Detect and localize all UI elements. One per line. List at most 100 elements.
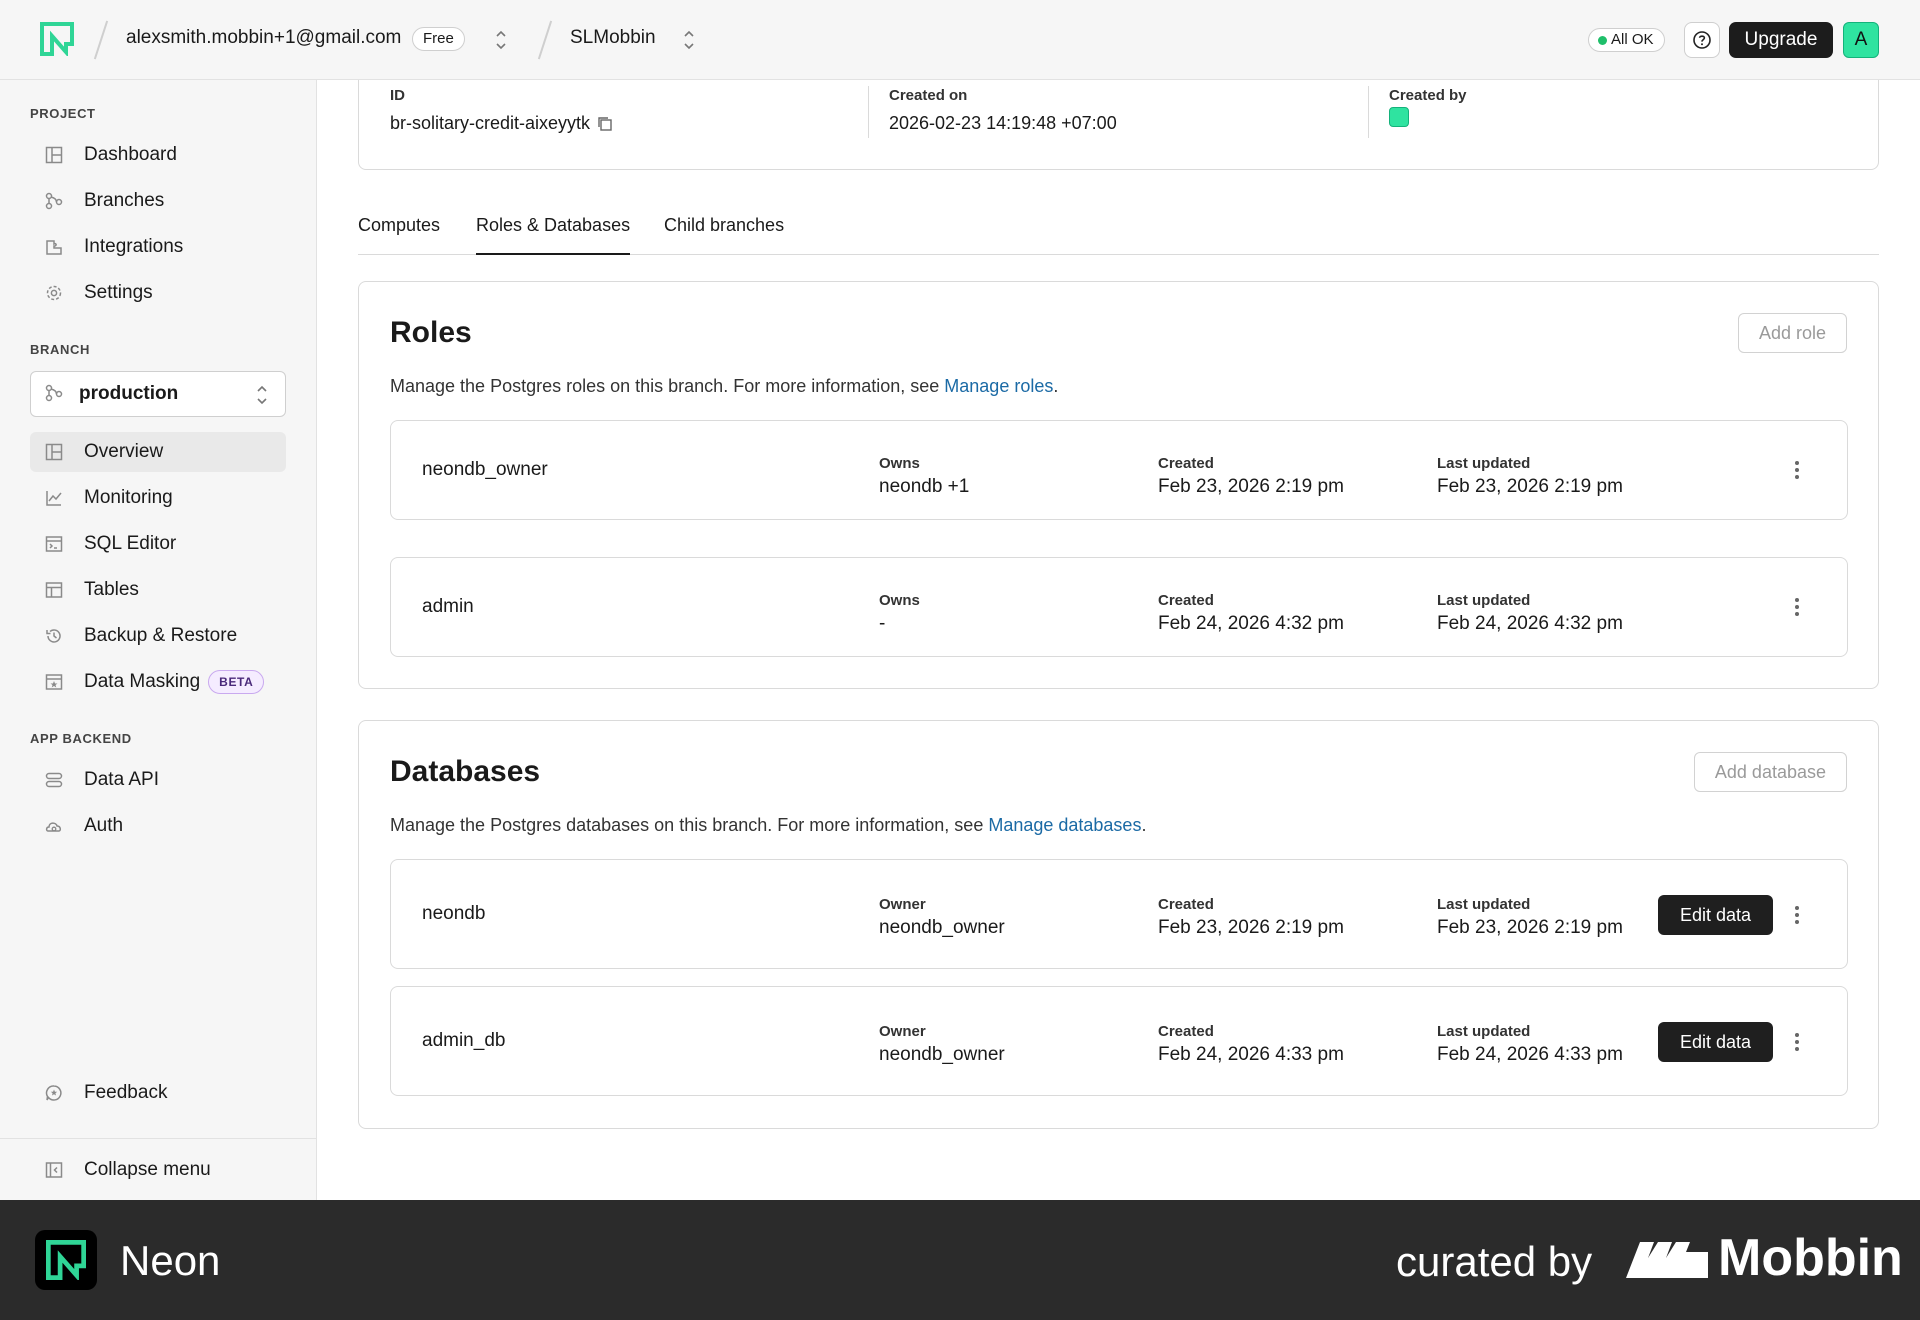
created-by-field: Created by: [1389, 87, 1467, 127]
created-by-label: Created by: [1389, 87, 1467, 104]
sidebar-item-label: Data Masking: [84, 671, 201, 692]
database-row: neondb Owner neondb_owner Created Feb 23…: [390, 859, 1848, 969]
dashboard-icon: [44, 145, 64, 165]
sidebar-item-monitoring[interactable]: Monitoring: [30, 478, 286, 518]
upgrade-button[interactable]: Upgrade: [1729, 22, 1833, 58]
monitoring-icon: [44, 488, 64, 508]
project-name[interactable]: SLMobbin: [570, 27, 656, 49]
sidebar-item-branches[interactable]: Branches: [30, 181, 286, 221]
sidebar-item-label: Overview: [84, 441, 164, 462]
neon-logo-icon: [35, 1230, 97, 1290]
tab-computes[interactable]: Computes: [358, 215, 440, 255]
created-value: Feb 23, 2026 2:19 pm: [1158, 917, 1344, 938]
sql-editor-icon: [44, 534, 64, 554]
sidebar-item-settings[interactable]: Settings: [30, 273, 286, 313]
created-value: Feb 24, 2026 4:33 pm: [1158, 1044, 1344, 1065]
role-name: admin: [422, 596, 474, 617]
database-name: neondb: [422, 903, 486, 924]
help-icon: [1693, 31, 1711, 49]
databases-title: Databases: [390, 755, 541, 788]
account-switcher-icon[interactable]: [494, 26, 508, 54]
data-masking-icon: [44, 672, 64, 692]
edit-data-button[interactable]: Edit data: [1658, 895, 1773, 935]
branches-icon: [44, 191, 64, 211]
help-button[interactable]: [1684, 22, 1720, 58]
collapse-menu-button[interactable]: Collapse menu: [30, 1150, 286, 1190]
database-updated: Last updated Feb 24, 2026 4:33 pm: [1437, 1023, 1623, 1066]
owns-label: Owns: [879, 455, 920, 472]
footer-brand: Neon: [120, 1237, 221, 1284]
breadcrumb-separator: [93, 20, 109, 60]
status-badge[interactable]: All OK: [1588, 28, 1665, 52]
account-email[interactable]: alexsmith.mobbin+1@gmail.com: [126, 27, 401, 49]
branch-selector-value: production: [79, 383, 179, 404]
feedback-label: Feedback: [84, 1082, 168, 1103]
created-on-field: Created on 2026-02-23 14:19:48 +07:00: [889, 87, 1117, 134]
sidebar-item-label: Auth: [84, 815, 124, 836]
sidebar-item-auth[interactable]: Auth: [30, 806, 286, 846]
more-options-icon[interactable]: [1787, 900, 1807, 930]
sidebar-item-sql-editor[interactable]: SQL Editor: [30, 524, 286, 564]
roles-title: Roles: [390, 316, 472, 349]
add-role-button[interactable]: Add role: [1737, 313, 1847, 353]
integrations-icon: [44, 237, 64, 257]
sidebar-item-label: Integrations: [84, 236, 184, 257]
updated-label: Last updated: [1437, 455, 1531, 472]
section-label-project: PROJECT: [30, 106, 96, 121]
sidebar-item-label: Branches: [84, 190, 165, 211]
sidebar-item-data-masking[interactable]: Data Masking BETA: [30, 662, 286, 702]
auth-icon: [44, 816, 64, 836]
tables-icon: [44, 580, 64, 600]
gear-icon: [44, 283, 64, 303]
branches-icon: [45, 384, 65, 404]
updated-label: Last updated: [1437, 592, 1531, 609]
role-owns: Owns -: [879, 592, 920, 635]
sidebar-item-label: Data API: [84, 769, 159, 790]
add-database-button[interactable]: Add database: [1693, 752, 1847, 792]
owns-value: neondb +1: [879, 476, 970, 497]
section-label-app-backend: APP BACKEND: [30, 731, 132, 746]
tab-roles-databases[interactable]: Roles & Databases: [476, 215, 631, 255]
more-options-icon[interactable]: [1787, 455, 1807, 485]
database-row: admin_db Owner neondb_owner Created Feb …: [390, 986, 1848, 1096]
branch-selector[interactable]: production: [30, 371, 286, 417]
roles-description-text: Manage the Postgres roles on this branch…: [390, 376, 945, 396]
sidebar-item-overview[interactable]: Overview: [30, 432, 286, 472]
branch-tabs: Computes Roles & Databases Child branche…: [358, 205, 1879, 255]
sidebar-item-label: Settings: [84, 282, 153, 303]
more-options-icon[interactable]: [1787, 592, 1807, 622]
database-name: admin_db: [422, 1030, 506, 1051]
sidebar-item-backup-restore[interactable]: Backup & Restore: [30, 616, 286, 656]
databases-description-text: Manage the Postgres databases on this br…: [390, 815, 989, 835]
manage-databases-link[interactable]: Manage databases: [988, 815, 1141, 835]
project-switcher-icon[interactable]: [682, 26, 696, 54]
sidebar: PROJECT Dashboard Branches Integrations …: [0, 80, 317, 1200]
more-options-icon[interactable]: [1787, 1027, 1807, 1057]
feedback-button[interactable]: Feedback: [30, 1073, 286, 1113]
created-label: Created: [1158, 592, 1214, 609]
created-value: Feb 24, 2026 4:32 pm: [1158, 613, 1344, 634]
database-owner: Owner neondb_owner: [879, 896, 1005, 939]
collapse-menu-label: Collapse menu: [84, 1159, 211, 1180]
owner-value: neondb_owner: [879, 917, 1005, 938]
sidebar-item-integrations[interactable]: Integrations: [30, 227, 286, 267]
mobbin-wordmark: Mobbin: [1718, 1229, 1903, 1287]
database-updated: Last updated Feb 23, 2026 2:19 pm: [1437, 896, 1623, 939]
role-updated: Last updated Feb 23, 2026 2:19 pm: [1437, 455, 1623, 498]
edit-data-button[interactable]: Edit data: [1658, 1022, 1773, 1062]
sidebar-item-tables[interactable]: Tables: [30, 570, 286, 610]
database-created: Created Feb 23, 2026 2:19 pm: [1158, 896, 1344, 939]
role-updated: Last updated Feb 24, 2026 4:32 pm: [1437, 592, 1623, 635]
created-value: Feb 23, 2026 2:19 pm: [1158, 476, 1344, 497]
copy-icon[interactable]: [596, 115, 614, 133]
sidebar-item-label: Tables: [84, 579, 139, 600]
sidebar-item-data-api[interactable]: Data API: [30, 760, 286, 800]
branch-id-row: br-solitary-credit-aixeyytk: [390, 113, 614, 134]
curated-by-text: curated by: [1396, 1238, 1593, 1285]
sidebar-item-dashboard[interactable]: Dashboard: [30, 135, 286, 175]
neon-logo-icon[interactable]: [40, 22, 74, 56]
avatar[interactable]: A: [1843, 22, 1879, 58]
manage-roles-link[interactable]: Manage roles: [944, 376, 1053, 396]
branch-id-value: br-solitary-credit-aixeyytk: [390, 113, 591, 133]
tab-child-branches[interactable]: Child branches: [664, 215, 784, 255]
